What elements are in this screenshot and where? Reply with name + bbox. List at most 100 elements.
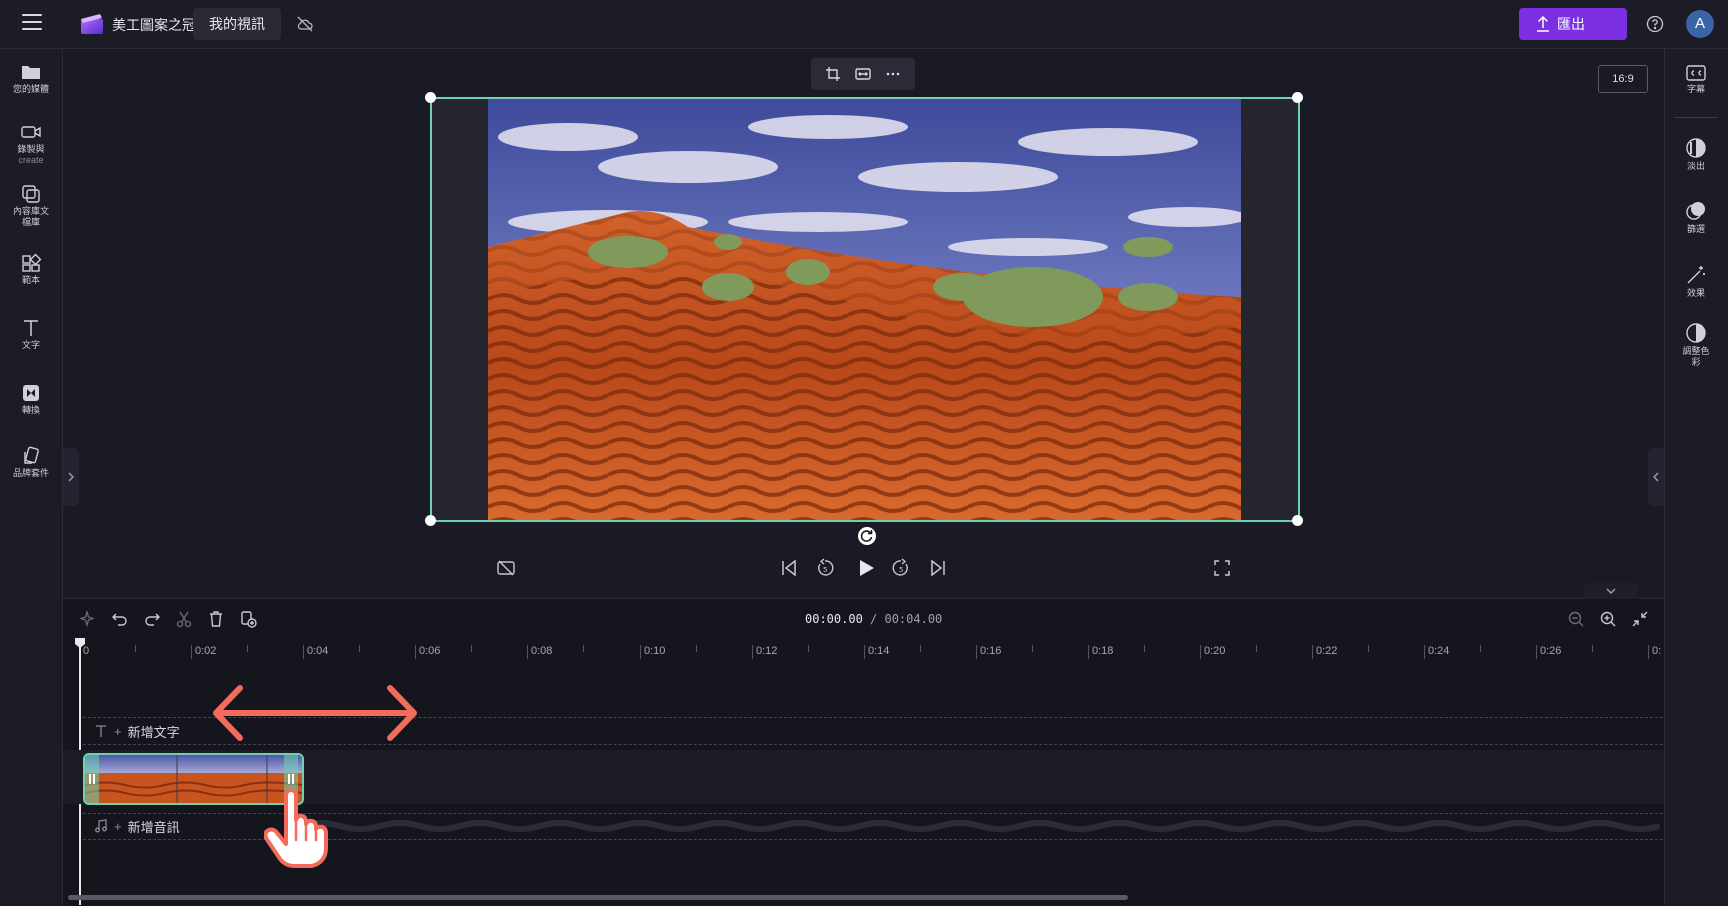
fullscreen-icon[interactable] <box>1212 558 1232 578</box>
ruler-label: 0:02 <box>195 645 217 657</box>
sidebar-item-your-media[interactable]: 您的媒體 <box>0 62 62 95</box>
timecode: 00:00.00 / 00:04.00 <box>805 612 942 626</box>
clip-trim-handle-left[interactable] <box>85 755 99 803</box>
ruler-minor-tick <box>583 645 584 652</box>
sidebar-item-sublabel: 檔庫 <box>21 217 40 227</box>
ruler-major-tick <box>1312 645 1313 659</box>
plus-sign: + <box>114 723 122 739</box>
export-button[interactable]: 匯出 <box>1519 8 1627 40</box>
resize-handle-top-left[interactable] <box>425 92 436 103</box>
resize-handle-top-right[interactable] <box>1292 92 1303 103</box>
ruler-label: 0:20 <box>1204 645 1226 657</box>
ruler-minor-tick <box>696 645 697 652</box>
ruler-minor-tick <box>1592 645 1593 652</box>
avatar[interactable]: A <box>1686 10 1714 38</box>
hand-cursor-annotation-icon <box>264 790 328 868</box>
skip-to-end-icon[interactable] <box>928 558 948 578</box>
fit-icon[interactable] <box>855 66 871 82</box>
left-panel-expand-button[interactable] <box>63 448 79 506</box>
sidebar-item-text[interactable]: 文字 <box>0 318 62 351</box>
my-videos-button[interactable]: 我的視訊 <box>193 8 281 40</box>
more-options-icon[interactable] <box>885 66 901 82</box>
ruler-major-tick <box>1200 645 1201 659</box>
ruler-minor-tick <box>1480 645 1481 652</box>
redo-icon[interactable] <box>143 610 161 628</box>
time-separator: / <box>862 612 885 626</box>
skip-to-start-icon[interactable] <box>779 558 799 578</box>
ruler-major-tick <box>1088 645 1089 659</box>
sidebar-item-record-create[interactable]: 錄製與 create <box>0 122 62 165</box>
delete-trash-icon[interactable] <box>207 610 225 628</box>
help-icon[interactable] <box>1646 15 1664 33</box>
resize-handle-bottom-left[interactable] <box>425 515 436 526</box>
duplicate-icon[interactable] <box>239 610 257 628</box>
split-scissors-icon[interactable] <box>175 610 193 628</box>
sidebar-item-templates[interactable]: 範本 <box>0 253 62 286</box>
ruler-major-tick <box>415 645 416 659</box>
sidebar-item-label: 內容庫文 <box>12 206 49 216</box>
play-icon[interactable] <box>855 557 877 579</box>
grip-icon <box>89 774 95 784</box>
captions-off-icon[interactable] <box>496 558 516 578</box>
add-audio-track[interactable]: + 新增音訊 <box>94 816 180 836</box>
folder-icon <box>22 66 40 79</box>
ruler-minor-tick <box>1032 645 1033 652</box>
add-text-track[interactable]: + 新增文字 <box>94 721 180 741</box>
ruler-label: 0:24 <box>1428 645 1450 657</box>
rewind-5s-icon[interactable]: 5 <box>815 558 835 578</box>
undo-icon[interactable] <box>111 610 129 628</box>
ruler-minor-tick <box>920 645 921 652</box>
text-icon <box>24 320 38 336</box>
aspect-ratio-button[interactable]: 16:9 <box>1598 65 1648 93</box>
ruler-major-tick <box>864 645 865 659</box>
sidebar-item-content-library[interactable]: 內容庫文 檔庫 <box>0 184 62 227</box>
sidebar-item-adjust-colors[interactable]: 調整色彩 <box>1664 322 1728 368</box>
forward-5s-icon[interactable]: 5 <box>891 558 911 578</box>
ruler-major-tick <box>303 645 304 659</box>
sidebar-item-filters[interactable]: 篩選 <box>1664 200 1728 235</box>
timeline-collapse-button[interactable] <box>1584 583 1638 599</box>
sidebar-item-fade[interactable]: 淡出 <box>1664 137 1728 172</box>
sidebar-item-brand-kit[interactable]: 品牌套件 <box>0 446 62 479</box>
zoom-out-icon[interactable] <box>1567 610 1585 628</box>
sidebar-item-effects[interactable]: 效果 <box>1664 264 1728 299</box>
ruler-label: 0:08 <box>531 645 553 657</box>
ruler-major-tick <box>191 645 192 659</box>
chevron-left-icon <box>1653 472 1659 482</box>
hamburger-menu-icon[interactable] <box>22 14 42 30</box>
ruler-major-tick <box>1648 645 1649 659</box>
timeline-scrollbar[interactable] <box>68 895 1128 900</box>
crop-icon[interactable] <box>825 66 841 82</box>
resize-handle-bottom-right[interactable] <box>1292 515 1303 526</box>
sidebar-item-captions[interactable]: 字幕 <box>1664 64 1728 95</box>
ruler-label: 0: <box>1652 645 1662 657</box>
playhead-handle-icon[interactable] <box>74 637 86 649</box>
ruler-label: 0:10 <box>644 645 666 657</box>
add-audio-label: 新增音訊 <box>127 819 180 835</box>
zoom-to-fit-icon[interactable] <box>1631 610 1649 628</box>
sidebar-item-transitions[interactable]: 轉換 <box>0 383 62 416</box>
brand-kit-icon <box>24 446 39 464</box>
right-sidebar <box>1664 49 1728 905</box>
adjust-colors-icon <box>1686 323 1706 343</box>
zoom-in-icon[interactable] <box>1599 610 1617 628</box>
right-panel-expand-button[interactable] <box>1648 448 1664 506</box>
ruler-major-tick <box>752 645 753 659</box>
sidebar-item-label: 調整色彩 <box>1682 346 1710 367</box>
ruler-label: 0:14 <box>868 645 890 657</box>
selection-frame[interactable] <box>430 97 1300 522</box>
ruler-minor-tick <box>247 645 248 652</box>
captions-icon <box>1686 65 1706 81</box>
magic-sparkle-icon[interactable] <box>79 610 97 628</box>
ruler-label: 0:06 <box>419 645 441 657</box>
ruler-label: 0:12 <box>756 645 778 657</box>
sidebar-item-label: 您的媒體 <box>12 84 49 94</box>
ruler-label: 0:26 <box>1540 645 1562 657</box>
ruler-label: 0:16 <box>980 645 1002 657</box>
ruler-label: 0:04 <box>307 645 329 657</box>
ruler-minor-tick <box>471 645 472 652</box>
filters-icon <box>1686 202 1705 220</box>
rotate-handle-icon[interactable] <box>858 527 876 545</box>
video-camera-icon <box>21 126 41 138</box>
ruler-minor-tick <box>359 645 360 652</box>
